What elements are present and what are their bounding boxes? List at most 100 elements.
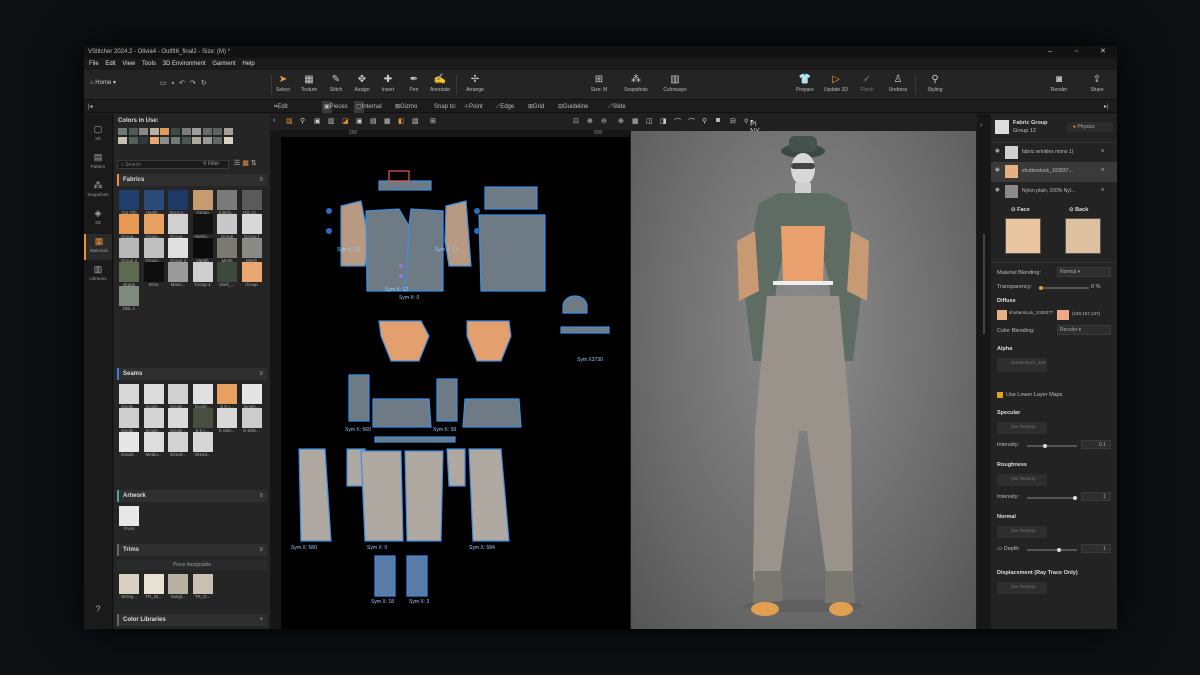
specular-intensity-input[interactable]: 0.1 xyxy=(1081,440,1111,449)
pattern-piece-sleeve-right[interactable] xyxy=(444,200,472,267)
slider-knob[interactable] xyxy=(1043,444,1047,448)
color-swatch[interactable] xyxy=(192,137,202,144)
pattern-piece-pocket-right[interactable] xyxy=(436,378,458,422)
pattern-piece-belt[interactable] xyxy=(374,436,456,443)
layer-menu-icon[interactable]: ≡ xyxy=(1101,187,1104,193)
pattern-piece-pant-front-left[interactable] xyxy=(360,450,404,542)
update-3d-button[interactable]: ▷ Update 3D xyxy=(821,73,851,99)
fabric-thumbnail[interactable] xyxy=(217,214,237,234)
fabric-thumbnail[interactable] xyxy=(119,214,139,234)
pattern-piece-pocket-left[interactable] xyxy=(348,374,370,422)
trim-thumbnail[interactable] xyxy=(143,574,164,594)
trim-thumbnail[interactable] xyxy=(119,574,139,594)
color-swatch[interactable] xyxy=(181,137,191,144)
color-swatch[interactable] xyxy=(149,137,159,144)
face-tab[interactable]: ⊙ Face xyxy=(1011,207,1030,213)
refresh-icon[interactable]: ↻ xyxy=(201,80,212,87)
sidebar-item-materials[interactable]: ▦ Materials xyxy=(84,234,112,260)
menu-garment[interactable]: Garment xyxy=(212,61,235,67)
pattern-tool-9-icon[interactable]: ◧ xyxy=(398,117,405,125)
close-icon[interactable]: ✕ xyxy=(1100,46,1106,58)
seam-thumbnail[interactable] xyxy=(143,384,164,404)
maximize-icon[interactable]: ▫ xyxy=(1075,46,1077,58)
material-blending-select[interactable]: Normal ▾ xyxy=(1057,267,1111,277)
pattern-piece-pant-side-left[interactable] xyxy=(298,448,332,542)
layer-row-3[interactable]: ◉ Nylon plain, 100% Nyl... ≡ xyxy=(991,182,1117,202)
seam-thumbnail[interactable] xyxy=(241,384,262,404)
fabric-thumbnail[interactable] xyxy=(241,262,262,282)
color-blending-select[interactable]: Recolor ▾ xyxy=(1057,325,1111,335)
pattern-piece-cuff-right[interactable] xyxy=(406,555,428,597)
color-swatch[interactable] xyxy=(128,137,138,144)
color-swatch[interactable] xyxy=(139,137,149,144)
tool-arrange[interactable]: ✢ Arrange xyxy=(460,73,490,99)
slide-toggle[interactable]: ⟋ Slide xyxy=(608,101,626,113)
fabric-thumbnail[interactable] xyxy=(119,262,139,282)
seam-thumbnail[interactable] xyxy=(119,408,139,428)
size-dropdown[interactable]: ⊞ Size: M xyxy=(584,73,614,99)
color-swatch[interactable] xyxy=(149,128,159,135)
pattern-piece-waistband-back[interactable] xyxy=(462,398,522,428)
collapse-properties-icon[interactable]: › xyxy=(980,122,982,129)
color-swatch[interactable] xyxy=(224,128,233,135)
color-swatch[interactable] xyxy=(213,137,223,144)
collapse-right-icon[interactable]: ▸| xyxy=(1104,101,1109,113)
visibility-eye-icon[interactable]: ◉ xyxy=(995,187,1000,193)
menu-view[interactable]: View xyxy=(122,61,135,67)
face-texture-preview[interactable] xyxy=(1005,218,1041,254)
view-3d-tool-6-icon[interactable]: ⌒ xyxy=(688,117,695,127)
pattern-piece-top-back[interactable] xyxy=(466,320,512,362)
fabric-thumbnail[interactable] xyxy=(143,190,164,210)
seam-thumbnail[interactable] xyxy=(168,432,188,452)
seam-thumbnail[interactable] xyxy=(192,384,213,404)
sidebar-item-libraries[interactable]: ▥ Libraries xyxy=(84,262,112,288)
fabric-thumbnail[interactable] xyxy=(119,238,139,258)
camera-dropdown[interactable]: ⚲ PI NY 3 ▾ xyxy=(744,118,760,142)
color-libraries-section-header[interactable]: Color Libraries + xyxy=(117,614,267,626)
zoom-in-icon[interactable]: ⊕ xyxy=(587,117,593,125)
snap-edge[interactable]: ⟋ Edge xyxy=(496,101,514,113)
share-button[interactable]: ⇪ Share xyxy=(1082,73,1112,99)
seam-thumbnail[interactable] xyxy=(119,384,139,404)
snap-guideline[interactable]: ⊟ Guideline xyxy=(558,101,588,113)
menu-file[interactable]: File xyxy=(89,61,99,67)
depth-slider[interactable] xyxy=(1027,548,1077,552)
snap-grid[interactable]: ⊞ Grid xyxy=(528,101,544,113)
color-swatch[interactable] xyxy=(128,128,138,135)
transparency-slider[interactable] xyxy=(1039,286,1089,290)
redo-icon[interactable]: ↷ xyxy=(190,80,201,87)
view-3d-tool-8-icon[interactable]: ⊟ xyxy=(730,117,736,125)
pattern-piece-hat-band[interactable] xyxy=(560,326,610,334)
fabric-thumbnail[interactable] xyxy=(192,190,213,210)
pattern-piece-collar[interactable] xyxy=(378,180,432,191)
menu-help[interactable]: Help xyxy=(242,61,254,67)
pattern-tool-8-icon[interactable]: ▦ xyxy=(384,117,391,125)
tool-texture[interactable]: ▦ Texture xyxy=(294,73,324,99)
section-menu-icon[interactable]: ≡ xyxy=(259,544,263,556)
pattern-tool-5-icon[interactable]: ◪ xyxy=(342,117,349,125)
fabric-thumbnail[interactable] xyxy=(143,238,164,258)
transparency-value[interactable]: 0 % xyxy=(1091,284,1100,290)
visibility-eye-icon[interactable]: ◉ xyxy=(995,148,1000,154)
fabric-thumbnail[interactable] xyxy=(119,286,139,306)
fabric-thumbnail[interactable] xyxy=(241,214,262,234)
alpha-texture-slot[interactable]: shutterstock_103837738... xyxy=(997,358,1047,372)
fabric-thumbnail[interactable] xyxy=(143,214,164,234)
pattern-piece-sleeve-left[interactable] xyxy=(340,200,370,267)
sidebar-item-3d[interactable]: ◈ 3D xyxy=(84,206,112,232)
help-button[interactable]: ? xyxy=(84,602,112,628)
specular-intensity-slider[interactable] xyxy=(1027,444,1077,448)
fabrics-section-header[interactable]: Fabrics ≡ xyxy=(117,174,267,186)
layer-row-2-selected[interactable]: ◉ shutterstock_103837... ≡ xyxy=(991,162,1117,182)
minimize-icon[interactable]: – xyxy=(1048,46,1052,58)
pattern-tool-7-icon[interactable]: ▤ xyxy=(370,117,377,125)
seam-thumbnail[interactable] xyxy=(119,432,139,452)
pattern-tool-6-icon[interactable]: ▣ xyxy=(356,117,363,125)
pattern-tool-3-icon[interactable]: ▣ xyxy=(314,117,321,125)
slider-knob[interactable] xyxy=(1057,548,1061,552)
color-swatch[interactable] xyxy=(181,128,191,135)
edit-points-toggle[interactable]: ⌗ Edit Points xyxy=(274,101,294,122)
color-swatch[interactable] xyxy=(118,128,127,135)
color-swatch[interactable] xyxy=(171,128,180,135)
sidebar-item-pattern[interactable]: ▤ Pattern xyxy=(84,150,112,176)
